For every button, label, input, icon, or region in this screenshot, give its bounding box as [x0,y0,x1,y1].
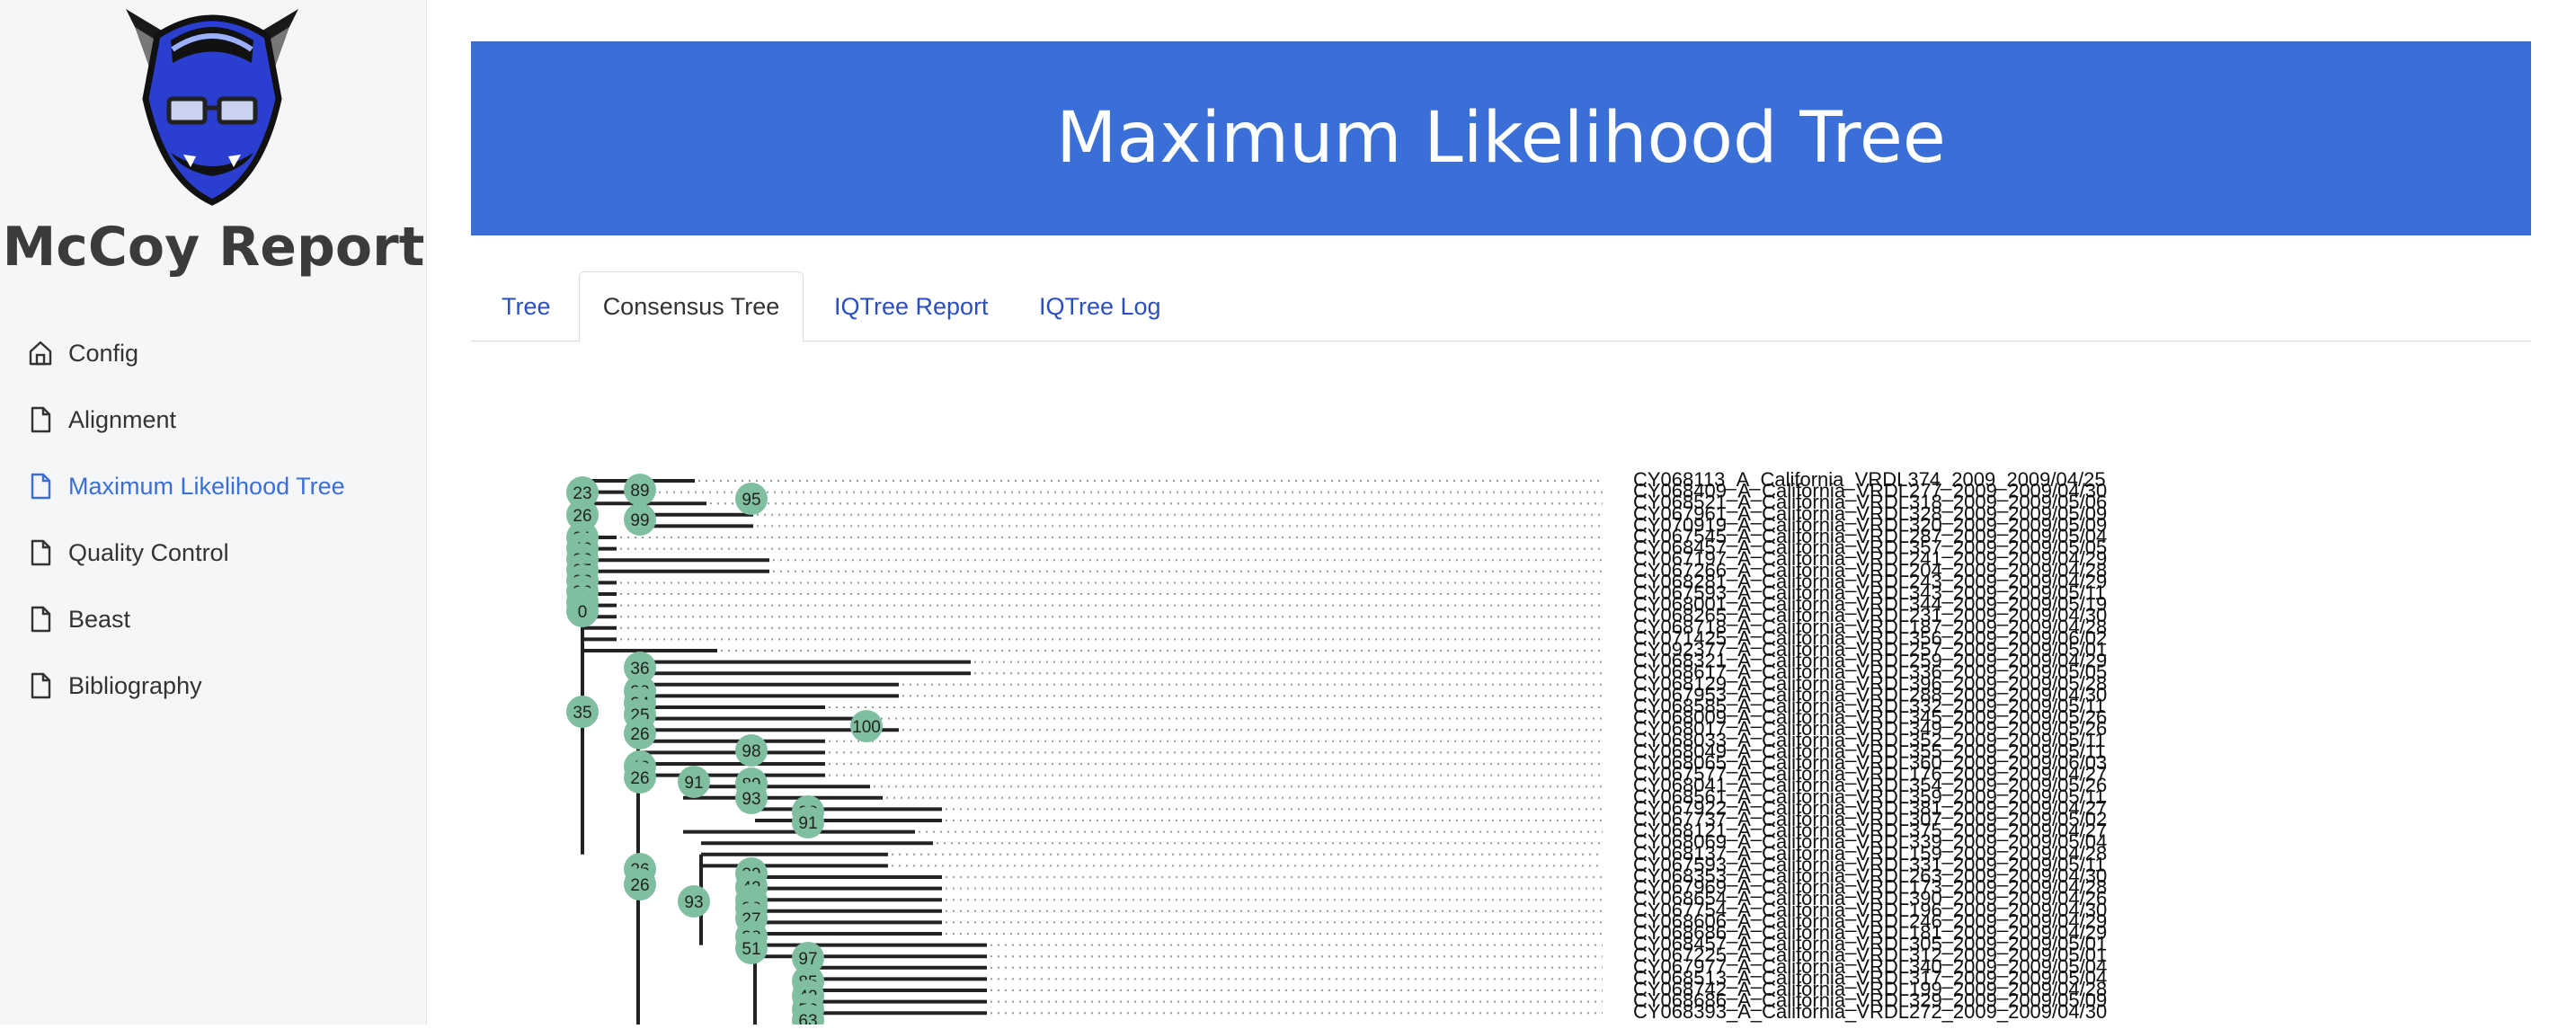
file-icon [27,605,54,634]
mccoy-logo[interactable] [108,0,316,208]
consensus-tree-plot: CY068113_A_California_VRDL374_2009_2009/… [539,458,2157,1029]
tree-node-support-label: 35 [573,704,591,723]
sidebar-item-label: Quality Control [68,538,229,566]
tree-node-support-label: 93 [742,790,760,809]
file-icon [27,671,54,700]
tree-node-support-label: 91 [684,774,703,793]
file-icon [27,472,54,501]
tree-node-support-label: 99 [630,511,649,530]
sidebar-item-config[interactable]: Config [27,320,345,386]
sidebar-item-label: Maximum Likelihood Tree [68,472,345,500]
page-title: Maximum Likelihood Tree [1056,98,1946,179]
tree-node-support-label: 100 [852,718,881,737]
sidebar-item-label: Config [68,339,139,367]
tree-svg: CY068113_A_California_VRDL374_2009_2009/… [566,468,2107,1029]
tab-consensus-tree[interactable]: Consensus Tree [579,271,804,342]
home-icon [27,339,54,368]
tree-node-support-label: 26 [630,725,649,744]
tab-iqtree-report[interactable]: IQTree Report [834,271,989,342]
tree-node-support-label: 51 [742,940,760,959]
tab-tree[interactable]: Tree [502,271,551,342]
sidebar-nav: Config Alignment Maximum Likelihood Tree… [27,320,345,719]
tree-node-support-label: 26 [630,769,649,788]
tab-iqtree-log[interactable]: IQTree Log [1039,271,1161,342]
tree-node-support-label: 26 [630,876,649,895]
sidebar-item-label: Alignment [68,405,177,433]
sidebar-item-alignment[interactable]: Alignment [27,386,345,453]
tab-bar: Tree Consensus Tree IQTree Report IQTree… [471,271,2531,342]
tree-node-support-label: 89 [630,482,649,501]
file-icon [27,538,54,567]
sidebar-item-bibliography[interactable]: Bibliography [27,652,345,719]
sidebar: McCoy Report Config Alignment Maximum Li… [0,0,427,1025]
file-icon [27,405,54,434]
tree-node-support-label: 0 [578,603,588,622]
sidebar-item-beast[interactable]: Beast [27,586,345,652]
brand-title: McCoy Report [2,216,425,279]
sidebar-item-quality-control[interactable]: Quality Control [27,519,345,586]
page-header-banner: Maximum Likelihood Tree [471,41,2531,235]
tree-tip-label: CY068393_A_California_VRDL272_2009_2009/… [1633,1000,2107,1023]
sidebar-item-label: Beast [68,605,131,633]
tree-node-support-label: 95 [742,491,760,510]
tree-node-support-label: 98 [742,742,760,761]
tree-node-support-label: 91 [798,814,817,833]
sidebar-item-maximum-likelihood-tree[interactable]: Maximum Likelihood Tree [27,453,345,519]
tree-node-support-label: 63 [798,1012,817,1025]
sidebar-item-label: Bibliography [68,671,202,699]
tree-node-support-label: 93 [684,893,703,912]
